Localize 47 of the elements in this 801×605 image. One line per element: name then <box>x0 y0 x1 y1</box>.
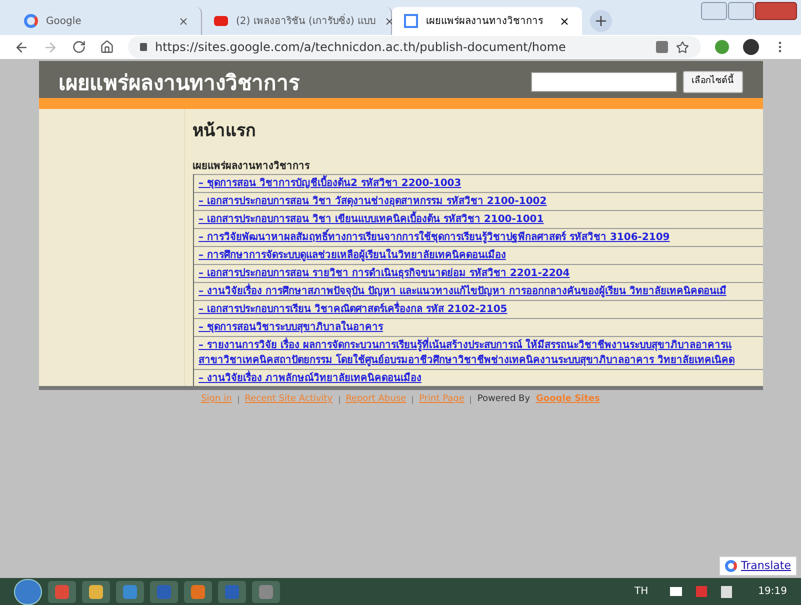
tab-title: เผยแพร่ผลงานทางวิชาการ <box>426 14 544 28</box>
back-icon[interactable] <box>14 40 29 54</box>
document-link[interactable]: สาขาวิชาเทคนิคสถาปัตยกรรม โดยใช้ศูนย์อบรมอาชีวศึกษาวิชาชีพช่างเทคนิคงานระบบสุขาภิบาลอาคาร วิทยาลัยเทคเนิคด <box>198 352 734 368</box>
browser-tab[interactable]: เผยแพร่ผลงานทางวิชาการ <box>392 7 582 35</box>
document-link[interactable]: – รายงานการวิจัย เรื่อง ผลการจัดกระบวนการเรียนรู้ที่เน้นสร้างประสบการณ์ ให้มีสรรถนะวิชาชีพงานระบบสุขาภิบาลอาคารแ <box>198 338 732 352</box>
document-link[interactable]: – เอกสารประกอบการสอน รายวิชา การดำเนินธุรกิจขนาดย่อม รหัสวิชา 2201-2204 <box>198 266 570 280</box>
page-icon <box>404 14 418 28</box>
star-icon[interactable] <box>676 40 689 54</box>
site-title: เผยแพร่ผลงานทางวิชาการ <box>58 73 300 94</box>
search-field[interactable] <box>530 72 676 92</box>
document-link[interactable]: – งานวิจัยเรื่อง การศึกษาสภาพปัจจุบัน ปัญหา และแนวทางแก้ไขปัญหา การออกกลางคันของผู้เรียน วิทยาลัยเทคนิคดอนเมื <box>198 284 726 298</box>
page-title: หน้าแรก <box>192 120 256 143</box>
document-link[interactable]: – ชุดการสอน วิชาการบัญชีเบื้องต้น2 รหัสวิชา 2200-1003 <box>198 176 462 190</box>
taskbar-app-icon[interactable] <box>48 580 76 602</box>
close-icon[interactable] <box>384 16 395 26</box>
taskbar-app-icon[interactable] <box>82 580 110 602</box>
taskbar-app-icon[interactable] <box>184 580 212 602</box>
minimize-icon[interactable] <box>701 2 727 20</box>
translate-button[interactable]: Translate <box>719 556 797 576</box>
tab-title: Google <box>46 14 82 28</box>
start-button[interactable] <box>14 578 42 604</box>
close-icon[interactable] <box>559 16 570 26</box>
clock-text: 19:19 <box>758 585 787 599</box>
search-button[interactable]: เลือกไซต์นี้ <box>682 71 742 93</box>
address-field[interactable]: https://sites.google.com/a/technicdon.ac.th/publish-document/home <box>128 36 701 58</box>
document-link[interactable]: – เอกสารประกอบการสอน วิชา เขียนแบบเทคนิคเบื้องต้น รหัสวิชา 2100-1001 <box>198 212 544 226</box>
document-link[interactable]: – เอกสารประกอบการเรียน วิชาคณิตศาสตร์เครื่องกล รหัส 2102-2105 <box>198 302 508 316</box>
close-icon[interactable] <box>178 16 189 26</box>
language-indicator[interactable]: TH <box>634 584 648 599</box>
home-icon[interactable] <box>100 40 114 54</box>
new-tab-button[interactable]: + <box>590 10 612 32</box>
document-link[interactable]: – งานวิจัยเรื่อง ภาพลักษณ์วิทยาลัยเทคนิคดอนเมือง <box>198 370 422 386</box>
reload-icon[interactable] <box>72 40 86 54</box>
avatar-icon[interactable] <box>743 39 759 55</box>
taskbar-app-icon[interactable] <box>252 580 280 602</box>
powered-text: Powered By <box>477 393 530 406</box>
list-heading: เผยแพร่ผลงานทางวิชาการ <box>192 160 311 174</box>
forward-icon[interactable] <box>43 40 58 54</box>
document-link[interactable]: – การศึกษาการจัดระบบดูแลช่วยเหลือผู้เรียนในวิทยาลัยเทคนิคดอนเมือง <box>198 248 506 262</box>
document-link[interactable]: – เอกสารประกอบการสอน วิชา วัสดุงานช่างอุตสาหกรรม รหัสวิชา 2100-1002 <box>198 194 547 208</box>
taskbar-app-icon[interactable] <box>116 580 144 602</box>
video-icon <box>214 16 228 26</box>
tab-title: (2) เพลงอาริชัน (เการับซิ่ง) แบบ <box>236 14 376 28</box>
document-link[interactable]: – การวิจัยพัฒนาหาผลสัมฤทธิ์ทางการเรียนจากการใช้ชุดการเรียนรู้วิชาปฐพีกลศาสตร์ รหัสวิชา 3106-2109 <box>198 230 670 244</box>
url-text: https://sites.google.com/a/technicdon.ac.th/publish-document/home <box>155 39 566 56</box>
document-link[interactable]: – ชุดการสอนวิชาระบบสุขาภิบาลในอาคาร <box>198 320 383 334</box>
maximize-icon[interactable] <box>728 2 754 20</box>
